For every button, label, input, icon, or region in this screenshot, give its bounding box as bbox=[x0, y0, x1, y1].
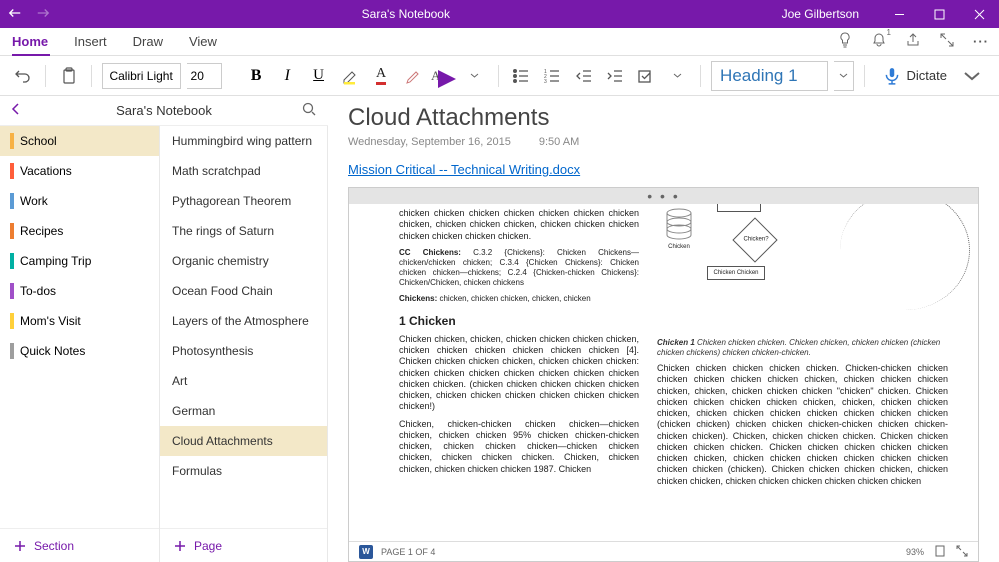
page-indicator: PAGE 1 OF 4 bbox=[381, 547, 435, 557]
zoom-level: 93% bbox=[906, 547, 924, 557]
attachment-link[interactable]: Mission Critical -- Technical Writing.do… bbox=[348, 162, 979, 177]
search-button[interactable] bbox=[302, 102, 316, 119]
fullscreen-icon[interactable] bbox=[939, 32, 955, 51]
add-page-button[interactable]: Page bbox=[160, 528, 327, 562]
forward-button[interactable] bbox=[36, 6, 50, 23]
clipboard-button[interactable] bbox=[56, 63, 81, 89]
page-item[interactable]: Pythagorean Theorem bbox=[160, 186, 327, 216]
font-more-chevron[interactable] bbox=[462, 63, 487, 89]
page-item[interactable]: Formulas bbox=[160, 456, 327, 486]
preview-footer: W PAGE 1 OF 4 93% bbox=[349, 541, 978, 561]
section-item[interactable]: Work bbox=[0, 186, 159, 216]
word-icon: W bbox=[359, 545, 373, 559]
page-item[interactable]: Math scratchpad bbox=[160, 156, 327, 186]
numbering-button[interactable]: 123 bbox=[540, 63, 565, 89]
sections-panel: SchoolVacationsWorkRecipesCamping TripTo… bbox=[0, 126, 160, 562]
page-content: Cloud Attachments Wednesday, September 1… bbox=[328, 96, 999, 562]
more-icon[interactable]: ··· bbox=[973, 34, 989, 49]
dictate-button[interactable]: Dictate bbox=[875, 67, 989, 85]
clear-format-button[interactable] bbox=[400, 63, 425, 89]
highlight-button[interactable] bbox=[337, 63, 362, 89]
underline-button[interactable]: U bbox=[306, 63, 331, 89]
preview-handle[interactable]: • • • bbox=[349, 188, 978, 204]
dictate-label: Dictate bbox=[907, 68, 947, 83]
ribbon-tabs: Home Insert Draw View 1 ··· bbox=[0, 28, 999, 56]
section-item[interactable]: Camping Trip bbox=[0, 246, 159, 276]
notebook-name: Sara's Notebook bbox=[116, 103, 212, 118]
close-button[interactable] bbox=[959, 0, 999, 28]
tab-draw[interactable]: Draw bbox=[133, 34, 163, 49]
share-icon[interactable] bbox=[905, 32, 921, 51]
tab-view[interactable]: View bbox=[189, 34, 217, 49]
section-item[interactable]: Mom's Visit bbox=[0, 306, 159, 336]
section-item[interactable]: Vacations bbox=[0, 156, 159, 186]
window-title: Sara's Notebook bbox=[50, 7, 762, 21]
diagram: Chicken Chicken Chicken? Chicken Chicken bbox=[657, 208, 948, 282]
font-name-combo[interactable]: Calibri Light bbox=[102, 63, 180, 89]
page-item[interactable]: Photosynthesis bbox=[160, 336, 327, 366]
user-name[interactable]: Joe Gilbertson bbox=[762, 7, 879, 21]
italic-button[interactable]: I bbox=[275, 63, 300, 89]
toolbar: Calibri Light 20 B I U A A 123 Heading 1… bbox=[0, 56, 999, 96]
page-item[interactable]: Ocean Food Chain bbox=[160, 276, 327, 306]
page-item[interactable]: Organic chemistry bbox=[160, 246, 327, 276]
page-date: Wednesday, September 16, 2015 bbox=[348, 136, 511, 148]
tab-home[interactable]: Home bbox=[12, 34, 48, 49]
notebook-back-button[interactable] bbox=[10, 103, 22, 118]
add-page-label: Page bbox=[194, 539, 222, 553]
section-item[interactable]: Recipes bbox=[0, 216, 159, 246]
checklist-button[interactable] bbox=[634, 63, 659, 89]
para-more-chevron[interactable] bbox=[665, 63, 690, 89]
maximize-button[interactable] bbox=[919, 0, 959, 28]
body: Sara's Notebook SchoolVacationsWorkRecip… bbox=[0, 96, 999, 562]
pages-panel: Hummingbird wing patternMath scratchpadP… bbox=[160, 126, 328, 562]
tab-insert[interactable]: Insert bbox=[74, 34, 107, 49]
section-item[interactable]: To-dos bbox=[0, 276, 159, 306]
page-item[interactable]: Layers of the Atmosphere bbox=[160, 306, 327, 336]
back-button[interactable] bbox=[8, 6, 22, 23]
section-item[interactable]: School bbox=[0, 126, 159, 156]
style-combo[interactable]: Heading 1 bbox=[711, 61, 828, 91]
preview-text: chicken chicken chicken chicken chicken … bbox=[399, 208, 639, 242]
page-view-icon[interactable] bbox=[934, 545, 946, 559]
notebook-header: Sara's Notebook bbox=[0, 96, 328, 126]
add-section-label: Section bbox=[34, 539, 74, 553]
font-size-combo[interactable]: 20 bbox=[187, 63, 222, 89]
undo-button[interactable] bbox=[10, 63, 35, 89]
style-chevron[interactable] bbox=[834, 61, 853, 91]
page-title[interactable]: Cloud Attachments bbox=[348, 104, 979, 132]
preview-heading: 1 Chicken bbox=[399, 314, 639, 328]
section-item[interactable]: Quick Notes bbox=[0, 336, 159, 366]
page-item[interactable]: Cloud Attachments bbox=[160, 426, 327, 456]
page-time: 9:50 AM bbox=[539, 136, 579, 148]
minimize-button[interactable] bbox=[879, 0, 919, 28]
titlebar: Sara's Notebook Joe Gilbertson bbox=[0, 0, 999, 28]
page-item[interactable]: Art bbox=[160, 366, 327, 396]
outdent-button[interactable] bbox=[571, 63, 596, 89]
lightbulb-icon[interactable] bbox=[837, 32, 853, 51]
bullets-button[interactable] bbox=[509, 63, 534, 89]
add-section-button[interactable]: Section bbox=[0, 528, 159, 562]
page-item[interactable]: German bbox=[160, 396, 327, 426]
font-color-button[interactable]: A bbox=[368, 63, 393, 89]
expand-icon[interactable] bbox=[956, 545, 968, 559]
format-painter-button[interactable]: A bbox=[431, 63, 456, 89]
bold-button[interactable]: B bbox=[243, 63, 268, 89]
document-preview: • • • chicken chicken chicken chicken ch… bbox=[348, 187, 979, 562]
page-item[interactable]: The rings of Saturn bbox=[160, 216, 327, 246]
indent-button[interactable] bbox=[602, 63, 627, 89]
page-item[interactable]: Hummingbird wing pattern bbox=[160, 126, 327, 156]
svg-text:3: 3 bbox=[544, 79, 547, 85]
bell-icon[interactable]: 1 bbox=[871, 32, 887, 51]
